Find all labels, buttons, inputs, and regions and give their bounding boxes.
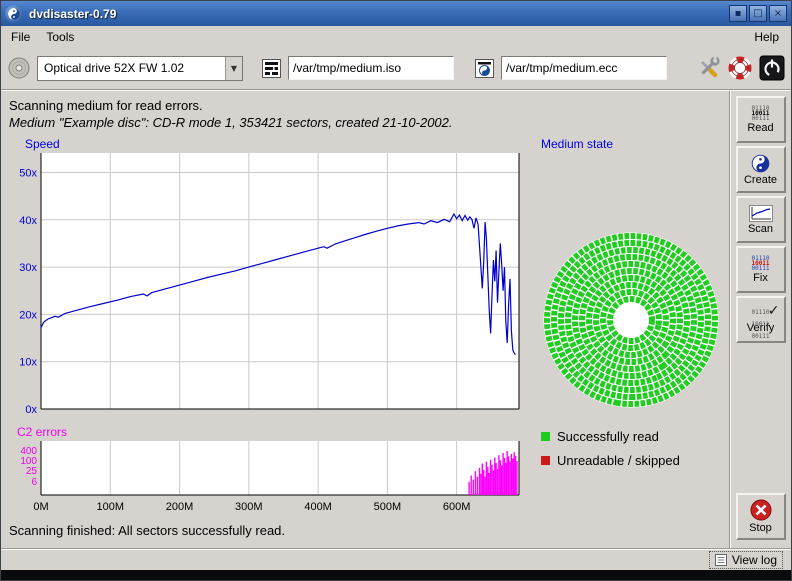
- svg-text:300M: 300M: [235, 501, 263, 513]
- svg-text:100M: 100M: [97, 501, 125, 513]
- help-lifesaver-icon[interactable]: [727, 55, 753, 81]
- svg-text:10x: 10x: [19, 357, 37, 369]
- svg-text:200M: 200M: [166, 501, 194, 513]
- svg-text:30x: 30x: [19, 262, 37, 274]
- finish-status-line: Scanning finished: All sectors successfu…: [9, 523, 527, 538]
- svg-text:20x: 20x: [19, 309, 37, 321]
- ecc-file-icon: [474, 58, 495, 79]
- speed-chart-title: Speed: [25, 137, 527, 151]
- stop-button-label: Stop: [749, 522, 772, 534]
- menu-help[interactable]: Help: [744, 28, 789, 46]
- svg-text:0x: 0x: [25, 404, 37, 415]
- svg-text:25: 25: [26, 466, 38, 477]
- verify-button[interactable]: 01110 10011 00111 ✓ Verify: [736, 296, 786, 343]
- read-button-label: Read: [747, 122, 773, 134]
- preferences-wrench-icon[interactable]: [695, 55, 721, 81]
- stop-button[interactable]: Stop: [736, 493, 786, 540]
- svg-text:6: 6: [31, 477, 37, 488]
- medium-info-line: Medium "Example disc": CD-R mode 1, 3534…: [9, 114, 721, 131]
- checkmark-icon: ✓: [768, 303, 780, 319]
- drive-select[interactable]: Optical drive 52X FW 1.02 ▼: [37, 56, 243, 81]
- minimize-button[interactable]: ▪: [729, 5, 747, 22]
- menu-tools[interactable]: Tools: [38, 28, 82, 46]
- binary-read-icon: 01110 10011 00111: [751, 106, 769, 121]
- legend-row-unreadable: Unreadable / skipped: [541, 453, 729, 468]
- quit-power-icon[interactable]: [759, 55, 785, 81]
- window-bottom-frame: [1, 570, 791, 580]
- menu-file[interactable]: File: [3, 28, 38, 46]
- medium-state-disc: [540, 229, 722, 411]
- legend-row-read: Successfully read: [541, 429, 729, 444]
- stop-icon: [750, 499, 772, 521]
- legend-swatch-red: [541, 456, 550, 465]
- svg-text:40x: 40x: [19, 215, 37, 227]
- view-log-button[interactable]: View log: [709, 551, 783, 569]
- legend-swatch-green: [541, 432, 550, 441]
- iso-path-input[interactable]: [288, 56, 454, 80]
- svg-text:0M: 0M: [33, 501, 48, 513]
- fix-button[interactable]: 01110 10011 00111 Fix: [736, 246, 786, 293]
- scan-button[interactable]: Scan: [736, 196, 786, 243]
- medium-state-title: Medium state: [541, 137, 729, 151]
- svg-text:50x: 50x: [19, 167, 37, 179]
- ecc-path-input[interactable]: [501, 56, 667, 80]
- iso-file-icon: [261, 58, 282, 79]
- legend-label-read: Successfully read: [557, 429, 659, 444]
- main-area: Scanning medium for read errors. Medium …: [1, 91, 729, 548]
- c2-chart-title: C2 errors: [17, 425, 527, 439]
- drive-select-value: Optical drive 52X FW 1.02: [38, 61, 225, 75]
- scan-status-line: Scanning medium for read errors.: [9, 97, 721, 114]
- drive-icon: [7, 56, 31, 80]
- window-title: dvdisaster-0.79: [29, 7, 116, 21]
- view-log-label: View log: [732, 553, 777, 567]
- fix-button-label: Fix: [753, 272, 768, 284]
- titlebar: dvdisaster-0.79 ▪ □ ×: [1, 1, 791, 26]
- chevron-down-icon[interactable]: ▼: [225, 57, 242, 80]
- create-button[interactable]: Create: [736, 146, 786, 193]
- action-sidebar: 01110 10011 00111 Read Create: [729, 91, 791, 548]
- binary-fix-icon: 01110 10011 00111: [751, 256, 769, 271]
- log-list-icon: [715, 554, 727, 566]
- medium-state-legend: Successfully read Unreadable / skipped: [541, 429, 729, 477]
- svg-text:400M: 400M: [304, 501, 332, 513]
- close-button[interactable]: ×: [769, 5, 787, 22]
- app-logo-icon: [5, 5, 23, 23]
- read-button[interactable]: 01110 10011 00111 Read: [736, 96, 786, 143]
- legend-label-unreadable: Unreadable / skipped: [557, 453, 680, 468]
- yinyang-icon: [751, 154, 770, 173]
- mini-chart-icon: [749, 205, 773, 222]
- toolbar: Optical drive 52X FW 1.02 ▼: [1, 47, 791, 89]
- maximize-button[interactable]: □: [749, 5, 767, 22]
- app-window: dvdisaster-0.79 ▪ □ × File Tools Help Op…: [0, 0, 792, 581]
- menubar: File Tools Help: [1, 26, 791, 47]
- svg-text:500M: 500M: [374, 501, 402, 513]
- speed-chart: 0x 10x 20x 30x 40x 50x: [3, 153, 525, 415]
- scan-button-label: Scan: [748, 223, 773, 235]
- svg-text:600M: 600M: [443, 501, 471, 513]
- footer-bar: View log: [1, 548, 791, 570]
- c2-errors-chart: 4001002560M100M200M300M400M500M600M: [3, 439, 525, 517]
- create-button-label: Create: [744, 174, 777, 186]
